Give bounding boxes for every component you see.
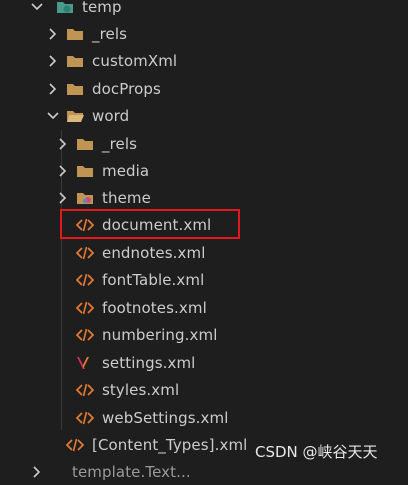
- tree-item-rels[interactable]: _rels: [0, 20, 408, 47]
- watermark: CSDN @峡谷天天: [255, 443, 378, 461]
- folder-open-icon: [66, 108, 84, 124]
- settings-xml-icon: [76, 355, 94, 371]
- chevron-right-icon[interactable]: [30, 465, 44, 479]
- tree-item-temp[interactable]: temp: [0, 0, 408, 20]
- folder-icon: [76, 136, 94, 152]
- chevron-right-icon[interactable]: [46, 27, 60, 41]
- xml-file-icon: [76, 272, 94, 288]
- tree-item-label: [Content_Types].xml: [92, 435, 248, 454]
- tree-item-settings-xml[interactable]: settings.xml: [0, 349, 408, 376]
- tree-item-label: _rels: [102, 134, 138, 153]
- tree-item-label: footnotes.xml: [102, 298, 207, 317]
- xml-file-icon: [66, 437, 84, 453]
- tree-item-label: fontTable.xml: [102, 270, 205, 289]
- highlight-box: [60, 209, 240, 239]
- tree-item-label: numbering.xml: [102, 325, 218, 344]
- tree-item-numbering-xml[interactable]: numbering.xml: [0, 321, 408, 348]
- folder-icon: [76, 163, 94, 179]
- folder-icon: [66, 26, 84, 42]
- tree-item-label: temp: [82, 0, 122, 16]
- tree-item-label: media: [102, 161, 150, 180]
- chevron-right-icon[interactable]: [46, 54, 60, 68]
- tree-item-label: _rels: [92, 24, 128, 43]
- tree-item-label: template.Text...: [72, 462, 191, 481]
- tree-item-customxml[interactable]: customXml: [0, 47, 408, 74]
- tree-item-label: customXml: [92, 51, 178, 70]
- chevron-right-icon[interactable]: [56, 137, 70, 151]
- chevron-right-icon[interactable]: [56, 191, 70, 205]
- tree-item-footnotes-xml[interactable]: footnotes.xml: [0, 294, 408, 321]
- tree-item-label: webSettings.xml: [102, 408, 229, 427]
- xml-file-icon: [76, 245, 94, 261]
- tree-item-word-rels[interactable]: _rels: [0, 130, 408, 157]
- tree-item-media[interactable]: media: [0, 157, 408, 184]
- folder-icon: [66, 53, 84, 69]
- file-explorer-tree: temp _rels customXml docProps word _rels…: [0, 0, 408, 481]
- tree-item-template[interactable]: template.Text...: [0, 458, 408, 485]
- tree-item-label: endnotes.xml: [102, 243, 206, 262]
- tree-item-label: settings.xml: [102, 353, 196, 372]
- xml-file-icon: [76, 327, 94, 343]
- chevron-right-icon[interactable]: [46, 82, 60, 96]
- tree-item-theme[interactable]: theme: [0, 184, 408, 211]
- tree-item-fonttable-xml[interactable]: fontTable.xml: [0, 266, 408, 293]
- chevron-right-icon[interactable]: [56, 164, 70, 178]
- tree-item-docprops[interactable]: docProps: [0, 75, 408, 102]
- xml-file-icon: [76, 382, 94, 398]
- tree-item-label: theme: [102, 188, 151, 207]
- tree-item-label: styles.xml: [102, 380, 180, 399]
- tree-item-styles-xml[interactable]: styles.xml: [0, 376, 408, 403]
- chevron-down-icon[interactable]: [30, 0, 44, 14]
- tree-item-websettings-xml[interactable]: webSettings.xml: [0, 404, 408, 431]
- folder-icon: [66, 81, 84, 97]
- tree-item-label: word: [92, 106, 130, 125]
- xml-file-icon: [76, 300, 94, 316]
- tree-item-label: docProps: [92, 79, 161, 98]
- folder-open-icon: [56, 0, 74, 15]
- tree-item-word[interactable]: word: [0, 102, 408, 129]
- xml-file-icon: [76, 410, 94, 426]
- tree-item-endnotes-xml[interactable]: endnotes.xml: [0, 239, 408, 266]
- chevron-down-icon[interactable]: [46, 109, 60, 123]
- theme-folder-icon: [76, 190, 94, 206]
